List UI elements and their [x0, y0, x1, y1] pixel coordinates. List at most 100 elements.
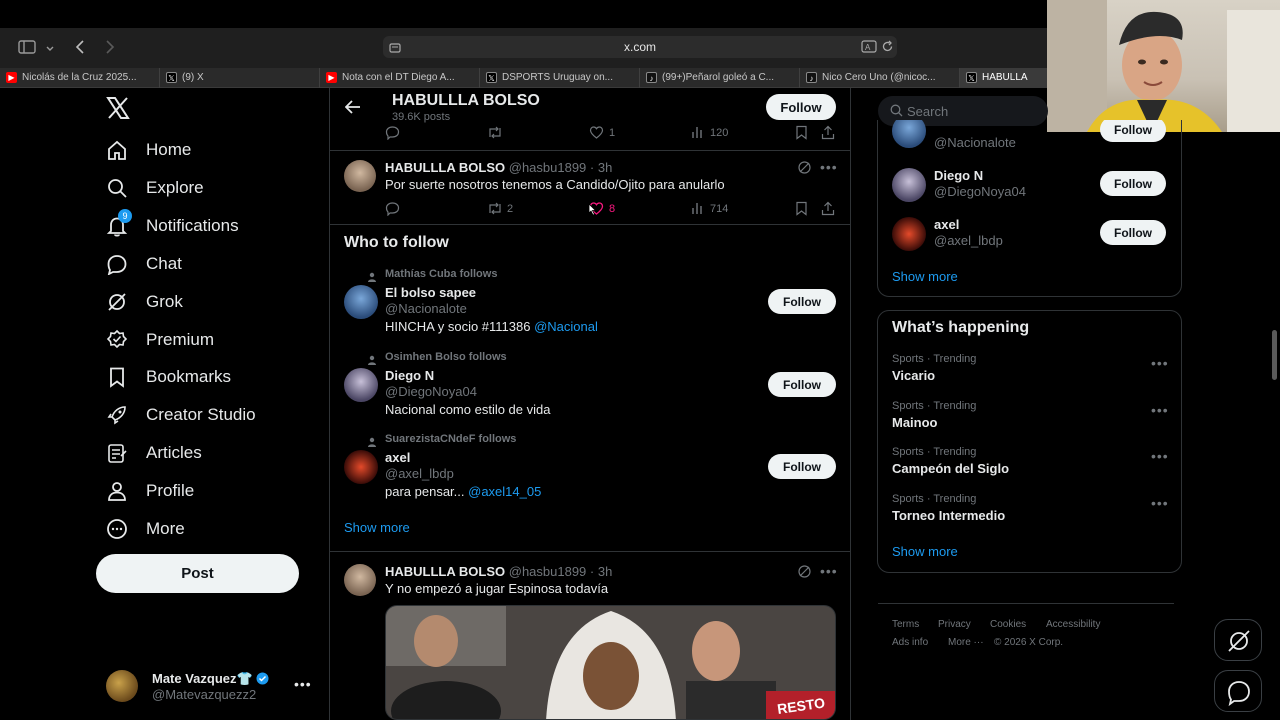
nav-item-grok[interactable]: Grok — [106, 287, 183, 317]
bookmark-icon[interactable] — [795, 125, 808, 145]
post-button[interactable]: Post — [96, 554, 299, 593]
grok-floating-button[interactable] — [1214, 619, 1262, 661]
scrollbar-thumb[interactable] — [1272, 330, 1277, 380]
nav-item-bookmarks[interactable]: Bookmarks — [106, 362, 231, 392]
follow-button[interactable]: Follow — [1100, 171, 1166, 196]
bookmark-icon[interactable] — [795, 201, 808, 221]
avatar[interactable] — [344, 450, 378, 484]
tweet-author[interactable]: HABULLLA BOLSO @hasbu1899 · 3h — [385, 564, 612, 579]
follow-button[interactable]: Follow — [768, 289, 836, 314]
forward-arrow-icon[interactable] — [104, 39, 116, 58]
address-bar[interactable]: x.com A — [383, 36, 897, 58]
avatar[interactable] — [892, 120, 926, 148]
user-handle[interactable]: @axel_lbdp — [385, 466, 454, 481]
might-like-user[interactable]: Diego N @DiegoNoya04 Follow — [878, 168, 1178, 212]
user-name[interactable]: axel — [385, 450, 410, 465]
user-name[interactable]: Diego N — [934, 168, 983, 183]
more-horizontal-icon[interactable]: ••• — [1151, 355, 1169, 371]
browser-tab[interactable]: 𝕏 (9) X — [160, 68, 320, 88]
nav-item-home[interactable]: Home — [106, 135, 191, 165]
share-icon[interactable] — [821, 201, 835, 221]
avatar[interactable] — [344, 564, 376, 596]
user-name[interactable]: axel — [934, 217, 959, 232]
header-follow-button[interactable]: Follow — [766, 94, 836, 120]
nav-item-articles[interactable]: Articles — [106, 438, 202, 468]
avatar[interactable] — [344, 285, 378, 319]
user-name[interactable]: El bolso sapee — [385, 285, 476, 300]
footer-link[interactable]: Cookies — [990, 619, 1026, 630]
more-horizontal-icon[interactable]: ••• — [1151, 448, 1169, 464]
trend-item[interactable]: Sports · Trending Vicario ••• — [878, 353, 1181, 393]
follow-suggestion[interactable]: SuarezistaCNdeF follows axel @axel_lbdp par… — [330, 433, 850, 513]
bio-mention-link[interactable]: @axel14_05 — [468, 484, 541, 499]
retweet-icon[interactable] — [487, 125, 503, 145]
might-like-user[interactable]: @Nacionalote Follow — [878, 120, 1178, 164]
might-like-user[interactable]: axel @axel_lbdp Follow — [878, 217, 1178, 261]
more-horizontal-icon[interactable]: ••• — [294, 676, 312, 692]
trend-item[interactable]: Sports · Trending Torneo Intermedio ••• — [878, 493, 1181, 533]
browser-tab[interactable]: ♪ (99+)Peñarol goleó a C... — [640, 68, 800, 88]
trend-item[interactable]: Sports · Trending Campeón del Siglo ••• — [878, 446, 1181, 486]
avatar[interactable] — [892, 217, 926, 251]
nav-item-more[interactable]: More — [106, 514, 185, 544]
views-icon[interactable] — [691, 125, 705, 144]
more-horizontal-icon[interactable]: ••• — [1151, 495, 1169, 511]
user-handle[interactable]: @axel_lbdp — [934, 233, 1003, 248]
nav-item-premium[interactable]: Premium — [106, 325, 214, 355]
avatar[interactable] — [344, 368, 378, 402]
views-icon[interactable] — [691, 201, 705, 220]
nav-item-profile[interactable]: Profile — [106, 476, 194, 506]
more-horizontal-icon[interactable]: ••• — [820, 563, 838, 579]
footer-link[interactable]: Terms — [892, 619, 919, 630]
like-icon[interactable] — [589, 125, 604, 145]
footer-link[interactable]: Accessibility — [1046, 619, 1100, 630]
browser-tab[interactable]: ♪ Nico Cero Uno (@nicoc... — [800, 68, 960, 88]
user-handle[interactable]: @Nacionalote — [385, 301, 467, 316]
tweet[interactable]: HABULLLA BOLSO @hasbu1899 · 3h ••• Y no … — [330, 552, 850, 720]
follow-suggestion[interactable]: Osimhen Bolso follows Diego N @DiegoNoya04… — [330, 351, 850, 431]
grok-icon[interactable] — [797, 160, 812, 180]
user-handle[interactable]: @Nacionalote — [934, 135, 1016, 150]
follow-button[interactable]: Follow — [768, 372, 836, 397]
chevron-down-icon[interactable] — [45, 41, 55, 57]
follow-button[interactable]: Follow — [1100, 220, 1166, 245]
footer-link[interactable]: More ··· — [948, 637, 984, 648]
reload-icon[interactable] — [881, 40, 894, 58]
avatar[interactable] — [344, 160, 376, 192]
follow-suggestion[interactable]: Mathías Cuba follows El bolso sapee @Nacio… — [330, 268, 850, 348]
nav-item-chat[interactable]: Chat — [106, 249, 182, 279]
footer-link[interactable]: Privacy — [938, 619, 971, 630]
reply-icon[interactable] — [385, 125, 400, 145]
footer-link[interactable]: Ads info — [892, 637, 928, 648]
user-handle[interactable]: @DiegoNoya04 — [934, 184, 1026, 199]
grok-icon[interactable] — [797, 564, 812, 584]
back-arrow-icon[interactable] — [74, 39, 86, 58]
browser-tab[interactable]: ▶ Nota con el DT Diego A... — [320, 68, 480, 88]
browser-tab[interactable]: 𝕏 DSPORTS Uruguay on... — [480, 68, 640, 88]
tweet-author[interactable]: HABULLLA BOLSO @hasbu1899 · 3h — [385, 160, 612, 175]
retweet-icon[interactable] — [487, 201, 503, 221]
share-icon[interactable] — [821, 125, 835, 145]
chat-floating-button[interactable] — [1214, 670, 1262, 712]
nav-item-creator-studio[interactable]: Creator Studio — [106, 400, 256, 430]
trend-item[interactable]: Sports · Trending Mainoo ••• — [878, 400, 1181, 440]
user-name[interactable]: Diego N — [385, 368, 434, 383]
follow-button[interactable]: Follow — [1100, 120, 1166, 142]
show-more-link[interactable]: Show more — [892, 544, 958, 559]
show-more-link[interactable]: Show more — [892, 269, 958, 284]
back-arrow-icon[interactable] — [344, 100, 361, 119]
user-handle[interactable]: @DiegoNoya04 — [385, 384, 477, 399]
more-horizontal-icon[interactable]: ••• — [820, 159, 838, 175]
show-more-link[interactable]: Show more — [344, 520, 410, 535]
translate-icon[interactable]: A — [861, 40, 877, 58]
tweet[interactable]: HABULLLA BOLSO @hasbu1899 · 3h ••• Por s… — [330, 151, 850, 224]
more-horizontal-icon[interactable]: ••• — [1151, 402, 1169, 418]
browser-tab[interactable]: ▶ Nicolás de la Cruz 2025... — [0, 68, 160, 88]
nav-item-explore[interactable]: Explore — [106, 173, 204, 203]
follow-button[interactable]: Follow — [768, 454, 836, 479]
reply-icon[interactable] — [385, 201, 400, 221]
sidebar-toggle-icon[interactable] — [18, 40, 36, 57]
nav-item-notifications[interactable]: 9 Notifications — [106, 209, 239, 241]
tweet-media[interactable]: RESTO — [385, 605, 836, 720]
account-switcher[interactable]: Mate Vazquez👕 @Matevazquezz2 ••• — [104, 668, 324, 704]
